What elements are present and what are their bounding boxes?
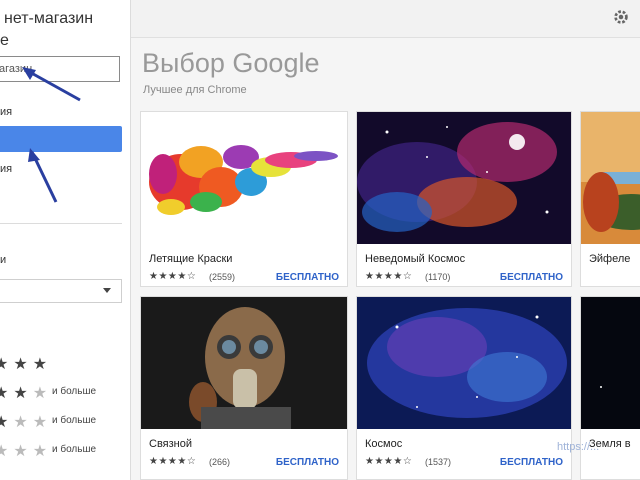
theme-name: Неведомый Космос	[365, 253, 466, 265]
theme-thumbnail	[357, 112, 571, 244]
store-title-line1: нет-магазин	[4, 10, 94, 27]
store-title: нет-магазин е	[0, 8, 130, 52]
star-rating-icon: ★★★	[0, 385, 53, 402]
sidebar: нет-магазин е агазин ия ия и ★★★ ★★★ и б…	[0, 0, 131, 480]
theme-rating-count: (1170)	[425, 272, 451, 282]
rating-filter-2[interactable]: ★★★ и больше	[0, 441, 96, 460]
rating-filter-5[interactable]: ★★★	[0, 354, 53, 373]
rating-more-label: и больше	[52, 415, 97, 426]
top-bar	[131, 0, 640, 38]
sidebar-item-extensions[interactable]: ия	[0, 106, 12, 118]
theme-card[interactable]: Эйфеле	[580, 111, 640, 287]
star-rating-icon: ★★★	[0, 443, 53, 460]
rating-more-label: и больше	[52, 444, 97, 455]
theme-rating-count: (1537)	[425, 457, 452, 467]
search-input-value: агазин	[0, 63, 33, 75]
theme-thumbnail	[357, 297, 571, 429]
theme-thumbnail	[581, 297, 640, 429]
theme-thumbnail	[141, 112, 347, 244]
theme-thumbnail	[141, 297, 347, 429]
gear-icon[interactable]	[612, 8, 630, 26]
theme-price: БЕСПЛАТНО	[275, 272, 339, 283]
theme-card[interactable]: Связной ★★★★☆ (266) БЕСПЛАТНО	[140, 296, 348, 480]
theme-rating: ★★★★☆	[149, 271, 197, 282]
rating-more-label: и больше	[52, 386, 97, 397]
filter-label: и	[0, 254, 7, 266]
main-content: Выбор Google Лучшее для Chrome Летящие К…	[131, 38, 640, 480]
theme-name: Космос	[365, 438, 403, 450]
theme-name: Эйфеле	[589, 253, 631, 265]
theme-card[interactable]: Летящие Краски ★★★★☆ (2559) БЕСПЛАТНО	[140, 111, 348, 287]
theme-rating-count: (2559)	[209, 272, 236, 282]
search-input[interactable]: агазин	[0, 56, 120, 82]
theme-thumbnail	[581, 112, 640, 244]
theme-name: Летящие Краски	[149, 253, 233, 265]
star-rating-icon: ★★★	[0, 414, 53, 431]
sidebar-item-selected[interactable]	[0, 126, 122, 152]
theme-rating: ★★★★☆	[149, 456, 197, 467]
section-subtitle: Лучшее для Chrome	[143, 84, 247, 96]
rating-filter-3[interactable]: ★★★ и больше	[0, 412, 96, 431]
theme-card[interactable]: Неведомый Космос ★★★★☆ (1170) БЕСПЛАТНО	[356, 111, 572, 287]
star-rating-icon: ★★★	[0, 356, 53, 373]
store-title-line2: е	[0, 32, 9, 49]
theme-name: Связной	[149, 438, 193, 450]
sidebar-divider	[0, 223, 122, 224]
theme-rating: ★★★★☆	[365, 456, 413, 467]
theme-price: БЕСПЛАТНО	[275, 457, 339, 468]
sidebar-item-themes[interactable]: ия	[0, 163, 12, 175]
theme-price: БЕСПЛАТНО	[499, 272, 563, 283]
watermark-url: https://...	[557, 441, 600, 453]
theme-card[interactable]: Космос ★★★★☆ (1537) БЕСПЛАТНО	[356, 296, 572, 480]
chevron-down-icon	[103, 288, 111, 293]
theme-rating: ★★★★☆	[365, 271, 413, 282]
category-select[interactable]	[0, 279, 122, 303]
theme-price: БЕСПЛАТНО	[499, 457, 563, 468]
section-title: Выбор Google	[142, 48, 320, 78]
theme-rating-count: (266)	[209, 457, 231, 467]
rating-filter-4[interactable]: ★★★ и больше	[0, 383, 96, 402]
